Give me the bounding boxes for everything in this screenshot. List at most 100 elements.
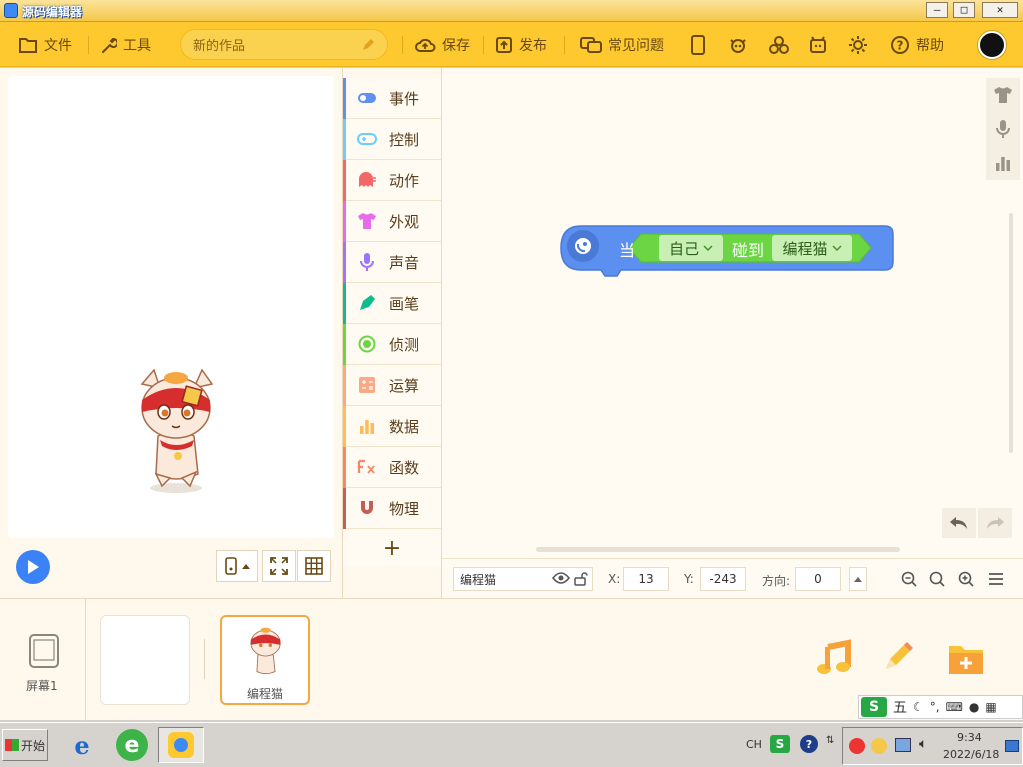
category-color-bar [343, 324, 346, 365]
when-touching-block[interactable]: 当 自己 碰到 编程猫 [559, 224, 895, 278]
category-2[interactable]: 控制 [343, 119, 441, 160]
x-input[interactable]: 13 [623, 567, 669, 591]
undo-button[interactable] [942, 508, 976, 538]
stats-button[interactable] [986, 146, 1020, 180]
settings-button[interactable] [848, 22, 868, 67]
zoom-reset-button[interactable] [926, 568, 948, 590]
category-10[interactable]: 函数 [343, 447, 441, 488]
network-tray-icon[interactable] [871, 738, 887, 754]
extensions-button[interactable] [768, 22, 790, 67]
ie-taskbar-icon[interactable]: e [66, 729, 98, 761]
brush-icon [360, 295, 375, 310]
eye-icon[interactable] [552, 572, 570, 584]
background-thumbnail[interactable] [100, 615, 190, 705]
publish-icon [496, 36, 512, 53]
volume-tray-icon[interactable]: 🔈︎ [919, 736, 927, 752]
category-7[interactable]: 侦测 [343, 324, 441, 365]
magnet-icon [361, 501, 373, 514]
save-button[interactable]: 保存 [414, 22, 470, 67]
add-asset-folder-button[interactable] [946, 641, 986, 677]
block-category-palette: 事件 控制 动作外观声音 画笔 侦测 运算 数据 函数 物理 + [342, 68, 442, 598]
fullscreen-button[interactable] [262, 550, 296, 582]
robot-button[interactable] [728, 22, 748, 67]
grid-toggle-button[interactable] [297, 550, 331, 582]
sound-button[interactable] [986, 112, 1020, 146]
zoom-out-button[interactable] [898, 568, 920, 590]
category-label: 外观 [389, 212, 420, 231]
start-button[interactable]: 开始 [2, 729, 48, 761]
category-1[interactable]: 事件 [343, 78, 441, 119]
redo-button[interactable] [978, 508, 1012, 538]
stage-canvas[interactable] [8, 76, 334, 538]
zoom-out-icon [901, 571, 917, 587]
run-button[interactable] [16, 550, 50, 584]
zoom-in-button[interactable] [955, 568, 977, 590]
maximize-button[interactable]: □ [953, 2, 975, 18]
sprite-thumbnail-coding-cat[interactable]: 编程猫 [220, 615, 310, 705]
workspace-vertical-scrollbar[interactable] [1009, 213, 1013, 453]
show-desktop-icon[interactable] [1005, 740, 1019, 752]
category-3[interactable]: 动作 [343, 160, 441, 201]
pencil-icon [363, 38, 374, 50]
category-5[interactable]: 声音 [343, 242, 441, 283]
undo-icon [950, 517, 967, 529]
unlock-icon[interactable] [574, 572, 588, 586]
help-button[interactable]: ? 帮助 [890, 22, 944, 67]
help-tray-icon[interactable]: ? [800, 735, 818, 753]
workspace-horizontal-scrollbar[interactable] [536, 547, 900, 552]
main-toolbar: 文件 工具 新的作品 保存 发布 常见问题 ? 帮助 [0, 22, 1023, 67]
category-4[interactable]: 外观 [343, 201, 441, 242]
sprite-name-field[interactable]: 编程猫 [453, 567, 593, 591]
draw-sprite-button[interactable] [878, 637, 918, 677]
start-label: 开始 [21, 738, 46, 753]
hardware-button[interactable] [808, 22, 828, 67]
tools-menu-button[interactable]: 工具 [99, 22, 151, 67]
sogou-ime-icon: S [861, 697, 887, 717]
clock-time[interactable]: 9:34 [957, 731, 982, 744]
faq-button[interactable]: 常见问题 [580, 22, 664, 67]
minimize-button[interactable]: — [926, 2, 948, 18]
keyboard-icon: ⌨ [945, 700, 963, 714]
file-menu-button[interactable]: 文件 [18, 22, 72, 67]
category-8[interactable]: 运算 [343, 365, 441, 406]
device-preview-button[interactable] [690, 22, 706, 67]
coding-cat-sprite[interactable] [136, 366, 218, 496]
workspace-menu-button[interactable] [985, 568, 1007, 590]
category-6[interactable]: 画笔 [343, 283, 441, 324]
publish-button[interactable]: 发布 [495, 22, 547, 67]
close-button[interactable]: ✕ [982, 2, 1018, 18]
browser-taskbar-icon[interactable]: e [116, 729, 148, 761]
music-note-icon [817, 639, 851, 674]
direction-picker-button[interactable] [849, 567, 867, 591]
antivirus-tray-icon[interactable] [849, 738, 865, 754]
category-color-bar [343, 365, 346, 406]
toolbar-divider [88, 36, 89, 54]
category-11[interactable]: 物理 [343, 488, 441, 529]
clock-date[interactable]: 2022/6/18 [943, 748, 999, 761]
self-dropdown[interactable]: 自己 [659, 235, 723, 261]
costume-button[interactable] [986, 78, 1020, 112]
computer-tray-icon[interactable] [895, 738, 911, 752]
device-orientation-button[interactable] [216, 550, 258, 582]
y-input[interactable]: -243 [700, 567, 746, 591]
target-dropdown[interactable]: 编程猫 [772, 235, 852, 261]
direction-input[interactable]: 0 [795, 567, 841, 591]
code-workspace[interactable]: 当 自己 碰到 编程猫 [442, 68, 1023, 558]
add-extension-label: + [382, 535, 402, 561]
project-name-input[interactable]: 新的作品 [180, 29, 388, 60]
add-sound-button[interactable] [814, 639, 854, 679]
help-label: 帮助 [916, 37, 944, 54]
screen-selector[interactable]: 屏幕1 [0, 599, 86, 721]
gear-icon [849, 35, 867, 54]
ime-toolbar[interactable]: S 五 ☾ °, ⌨ ● ▦ [858, 695, 1023, 719]
user-avatar[interactable] [978, 31, 1006, 59]
window-title: 源码编辑器 [22, 5, 83, 19]
tray-expand-icon[interactable]: ⇅ [826, 735, 834, 746]
code-editor-taskbar-icon[interactable] [158, 727, 204, 763]
add-extension-button[interactable]: + [343, 529, 441, 567]
language-indicator[interactable]: CH [746, 738, 762, 751]
toolbar-divider [483, 36, 484, 54]
sogou-tray-icon[interactable]: S [770, 735, 790, 753]
function-icon [357, 459, 375, 474]
category-9[interactable]: 数据 [343, 406, 441, 447]
